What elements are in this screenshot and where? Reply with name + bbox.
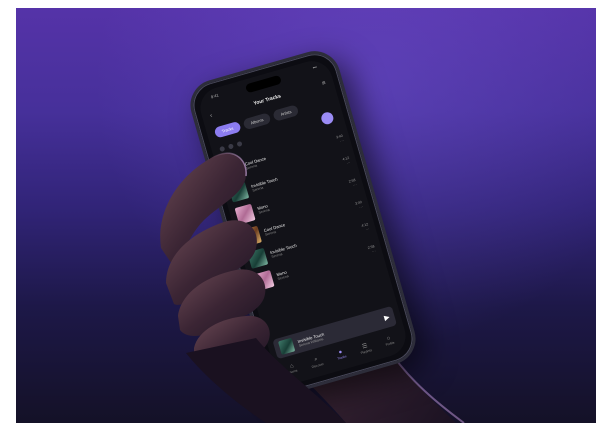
product-photo: 9:41 ••• ‹ Your Tracks ≡ Tracks Albums A… (16, 8, 596, 423)
wrist (186, 338, 346, 423)
hand-fingers (160, 152, 346, 423)
